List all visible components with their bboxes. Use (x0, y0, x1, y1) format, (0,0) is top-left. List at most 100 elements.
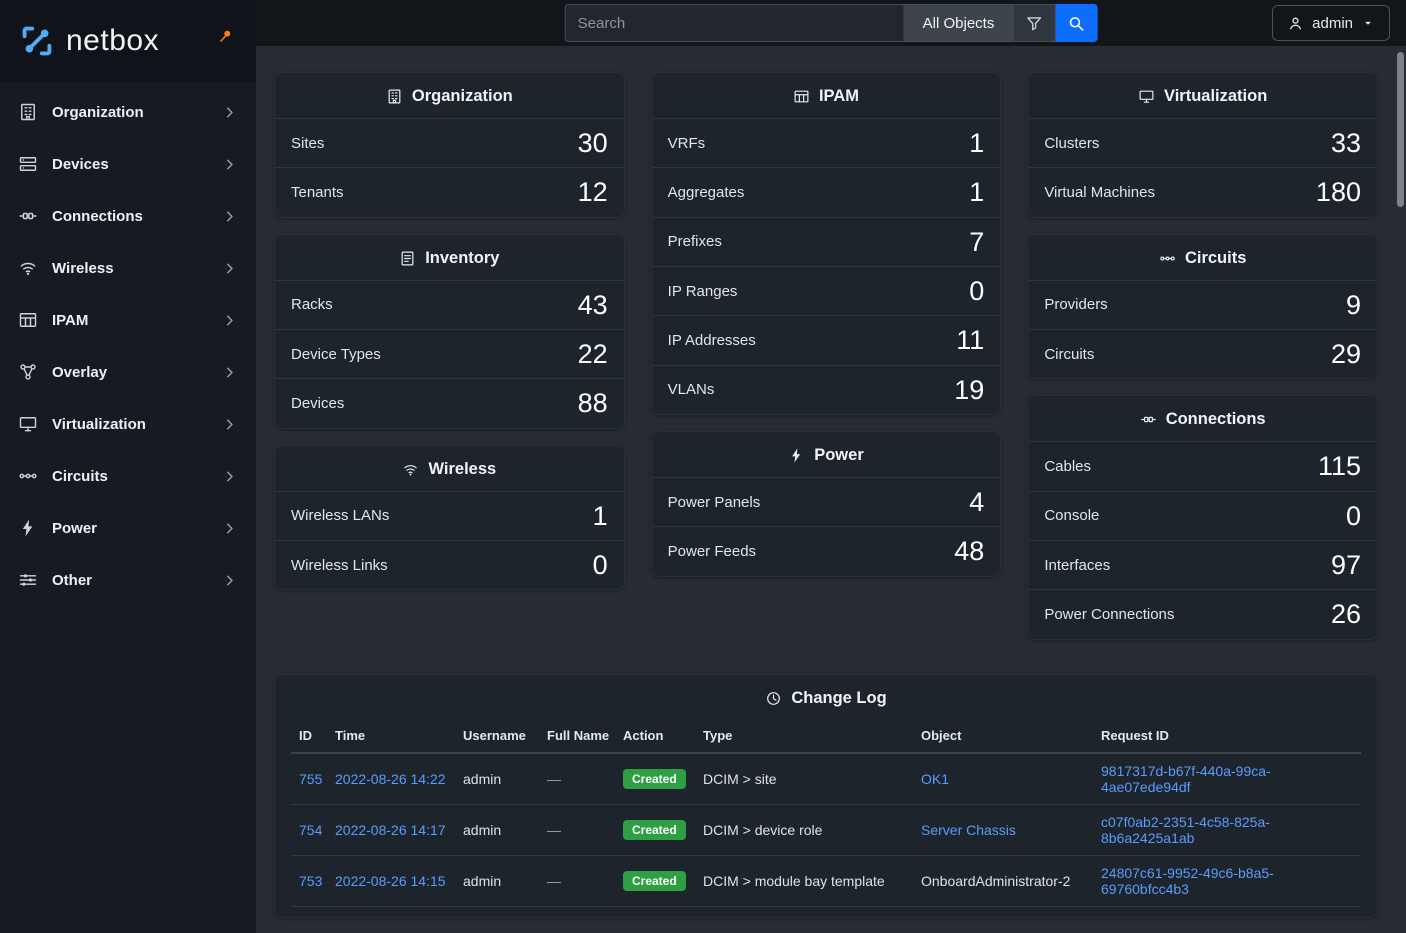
changelog-id-link[interactable]: 753 (299, 873, 322, 889)
stat-prefixes[interactable]: Prefixes 7 (652, 217, 1001, 266)
changelog-full-name: — (547, 753, 623, 805)
sidebar-item-virtualization[interactable]: Virtualization (0, 398, 256, 450)
chevron-right-icon (221, 208, 238, 225)
col-type: Type (703, 720, 921, 753)
changelog-username: admin (463, 804, 547, 855)
col-username: Username (463, 720, 547, 753)
stat-clusters[interactable]: Clusters 33 (1028, 118, 1377, 167)
power-card: Power Power Panels 4 Power Feeds 48 (651, 431, 1002, 577)
col-full-name: Full Name (547, 720, 623, 753)
card-header: Connections (1028, 396, 1377, 441)
changelog-request-id-link[interactable]: 9817317d-b67f-440a-99ca-4ae07ede94df (1101, 763, 1271, 795)
stat-vrfs[interactable]: VRFs 1 (652, 118, 1001, 167)
card-header: Change Log (275, 675, 1377, 720)
changelog-full-name: — (547, 804, 623, 855)
connections-card: Connections Cables 115 Console 0 Interfa… (1027, 395, 1378, 639)
changelog-time-link[interactable]: 2022-08-26 14:17 (335, 822, 446, 838)
stat-vlans[interactable]: VLANs 19 (652, 365, 1001, 414)
sidebar-item-circuits[interactable]: Circuits (0, 450, 256, 502)
stat-console[interactable]: Console 0 (1028, 491, 1377, 540)
transit-icon (18, 466, 38, 486)
stat-providers[interactable]: Providers 9 (1028, 280, 1377, 329)
changelog-time-link[interactable]: 2022-08-26 14:15 (335, 873, 446, 889)
sidebar-item-power[interactable]: Power (0, 502, 256, 554)
stat-wireless-links[interactable]: Wireless Links 0 (275, 540, 624, 589)
search-button[interactable] (1055, 4, 1097, 42)
card-header: Virtualization (1028, 73, 1377, 118)
search-bar: All Objects (565, 4, 1098, 42)
stat-virtual-machines[interactable]: Virtual Machines 180 (1028, 167, 1377, 216)
brand-wordmark[interactable]: netbox (66, 24, 159, 58)
sidebar-item-devices[interactable]: Devices (0, 138, 256, 190)
stat-power-panels[interactable]: Power Panels 4 (652, 477, 1001, 526)
stat-cables[interactable]: Cables 115 (1028, 441, 1377, 490)
changelog-object-link[interactable]: OK1 (921, 771, 949, 787)
sidebar-item-label: Devices (52, 156, 109, 173)
status-badge: Created (623, 820, 686, 840)
filter-button[interactable] (1013, 4, 1055, 42)
sidebar-item-label: Other (52, 572, 92, 589)
changelog-time-link[interactable]: 2022-08-26 14:22 (335, 771, 446, 787)
stat-circuits[interactable]: Circuits 29 (1028, 329, 1377, 378)
circuits-icon (1159, 250, 1176, 267)
stat-ip-addresses[interactable]: IP Addresses 11 (652, 315, 1001, 364)
changelog-object: OnboardAdministrator-2 (921, 855, 1101, 906)
stat-sites[interactable]: Sites 30 (275, 118, 624, 167)
sidebar-item-other[interactable]: Other (0, 554, 256, 606)
sidebar-item-overlay[interactable]: Overlay (0, 346, 256, 398)
stat-devices[interactable]: Devices 88 (275, 378, 624, 427)
stat-power-connections[interactable]: Power Connections 26 (1028, 589, 1377, 638)
inventory-icon (399, 250, 416, 267)
sidebar-item-label: Organization (52, 104, 144, 121)
sidebar-item-ipam[interactable]: IPAM (0, 294, 256, 346)
stat-wireless-lans[interactable]: Wireless LANs 1 (275, 491, 624, 540)
search-input[interactable] (565, 4, 905, 42)
changelog-type: DCIM > site (703, 753, 921, 805)
changelog-object-link[interactable]: Server Chassis (921, 822, 1016, 838)
sidebar-item-label: IPAM (52, 312, 88, 329)
graph-icon (18, 362, 38, 382)
card-title-text: Organization (412, 87, 513, 106)
bolt-icon (788, 447, 805, 464)
sidebar-item-connections[interactable]: Connections (0, 190, 256, 242)
chevron-right-icon (221, 416, 238, 433)
stat-device-types[interactable]: Device Types 22 (275, 329, 624, 378)
changelog-full-name: — (547, 855, 623, 906)
scrollbar-thumb[interactable] (1397, 52, 1404, 207)
bolt-icon (18, 518, 38, 538)
chevron-right-icon (221, 468, 238, 485)
stat-ip-ranges[interactable]: IP Ranges 0 (652, 266, 1001, 315)
card-title-text: Circuits (1185, 249, 1246, 268)
changelog-username: admin (463, 855, 547, 906)
stat-interfaces[interactable]: Interfaces 97 (1028, 540, 1377, 589)
stat-power-feeds[interactable]: Power Feeds 48 (652, 526, 1001, 575)
changelog-id-link[interactable]: 754 (299, 822, 322, 838)
stat-aggregates[interactable]: Aggregates 1 (652, 167, 1001, 216)
building-icon (18, 102, 38, 122)
dashboard-content: Organization Sites 30 Tenants 12 (256, 46, 1406, 933)
sidebar-item-wireless[interactable]: Wireless (0, 242, 256, 294)
change-log-table: ID Time Username Full Name Action Type O… (291, 720, 1361, 907)
stat-racks[interactable]: Racks 43 (275, 280, 624, 329)
username-label: admin (1312, 15, 1353, 32)
changelog-request-id-link[interactable]: 24807c61-9952-49c6-b8a5-69760bfcc4b3 (1101, 865, 1274, 897)
sidebar-item-label: Connections (52, 208, 143, 225)
user-menu-button[interactable]: admin (1272, 5, 1390, 41)
cable-icon (18, 206, 38, 226)
stat-tenants[interactable]: Tenants 12 (275, 167, 624, 216)
changelog-id-link[interactable]: 755 (299, 771, 322, 787)
changelog-request-id-link[interactable]: c07f0ab2-2351-4c58-825a-8b6a2425a1ab (1101, 814, 1270, 846)
history-icon (765, 690, 782, 707)
changelog-type: DCIM > module bay template (703, 855, 921, 906)
sidebar-item-organization[interactable]: Organization (0, 86, 256, 138)
cable-icon (1140, 411, 1157, 428)
col-time: Time (335, 720, 463, 753)
ipam-icon (793, 88, 810, 105)
sidebar-item-label: Overlay (52, 364, 107, 381)
object-type-selector-button[interactable]: All Objects (905, 4, 1014, 42)
netbox-logo[interactable] (16, 20, 58, 62)
wifi-icon (402, 461, 419, 478)
inventory-card: Inventory Racks 43 Device Types 22 Devic… (274, 234, 625, 429)
changelog-username: admin (463, 753, 547, 805)
pin-sidebar-icon[interactable] (217, 28, 234, 50)
